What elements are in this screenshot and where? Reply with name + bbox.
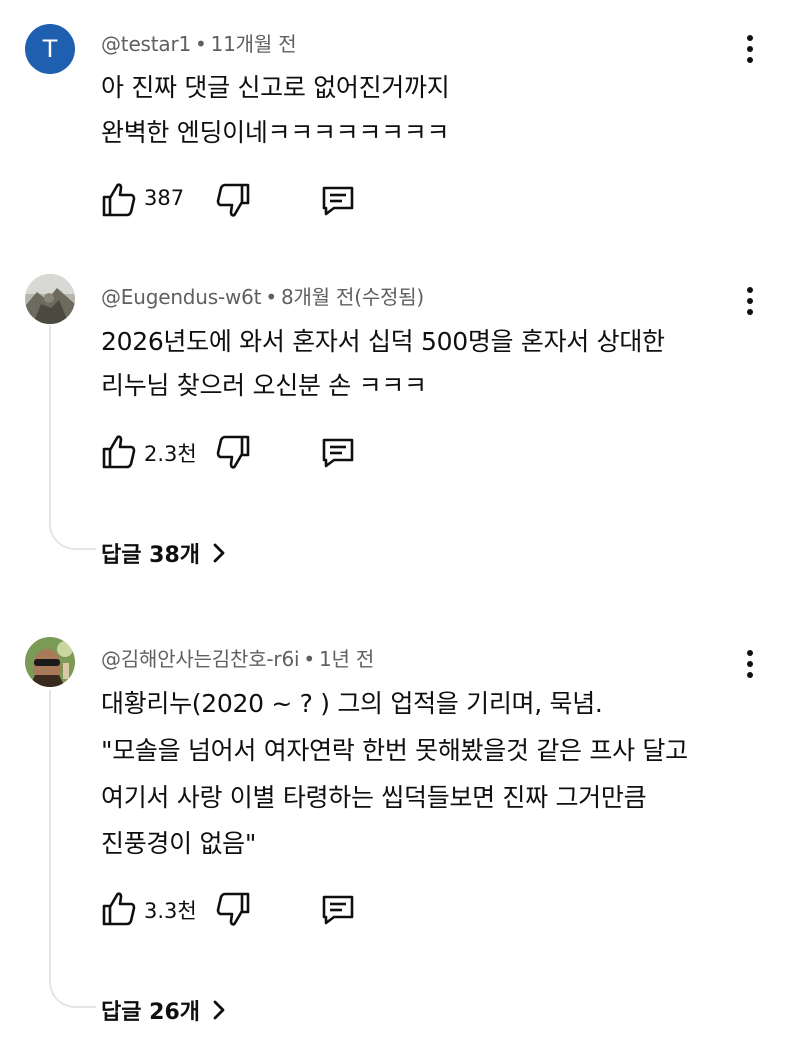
comment-time: 1년 전 (318, 647, 375, 671)
meta-separator: • (195, 32, 207, 56)
thumbs-down-icon[interactable] (214, 180, 252, 220)
comment-actions: 387 (100, 180, 420, 220)
thumbs-up-icon[interactable] (100, 432, 138, 472)
more-vert-icon[interactable] (740, 650, 760, 684)
comment-text-line: 아 진짜 댓글 신고로 없어진거까지 (101, 73, 450, 102)
thread-line (49, 325, 96, 550)
avatar[interactable] (25, 637, 75, 687)
comment-text-line: 진풍경이 없음" (101, 829, 257, 858)
thumbs-down-icon[interactable] (214, 432, 252, 472)
comment-handle[interactable]: @Eugendus-w6t (101, 285, 262, 309)
chevron-right-icon (213, 1000, 225, 1020)
more-vert-icon[interactable] (740, 287, 760, 321)
comment-text-line: "모솔을 넘어서 여자연락 한번 못해봤을것 같은 프사 달고 (101, 736, 688, 765)
comment-time: 11개월 전 (210, 32, 297, 56)
comment-meta: @Eugendus-w6t • 8개월 전(수정됨) (101, 281, 424, 310)
comment-reply-icon[interactable] (318, 889, 358, 929)
chevron-right-icon (213, 543, 225, 563)
comment-meta: @testar1 • 11개월 전 (101, 28, 297, 57)
avatar[interactable] (25, 274, 75, 324)
comment-time: 8개월 전(수정됨) (280, 285, 425, 309)
like-count: 2.3천 (144, 442, 197, 466)
view-replies-button[interactable]: 답글 38개 (101, 537, 226, 569)
replies-label: 답글 26개 (101, 1000, 200, 1025)
replies-label: 답글 38개 (101, 543, 200, 568)
meta-separator: • (265, 285, 277, 309)
meta-separator: • (303, 647, 315, 671)
comment-handle[interactable]: @testar1 (101, 32, 191, 56)
avatar-letter: T (42, 35, 58, 63)
more-vert-icon[interactable] (740, 35, 760, 69)
thumbs-up-icon[interactable] (100, 180, 138, 220)
comment-actions: 3.3천 (100, 889, 420, 929)
comment-meta: @김해안사는김찬호-r6i • 1년 전 (101, 643, 374, 672)
avatar[interactable]: T (25, 24, 75, 74)
comment-text-line: 2026년도에 와서 혼자서 십덕 500명을 혼자서 상대한 (101, 327, 665, 356)
comment-actions: 2.3천 (100, 432, 420, 472)
like-count: 3.3천 (144, 899, 197, 923)
thumbs-up-icon[interactable] (100, 889, 138, 929)
comment-reply-icon[interactable] (318, 432, 358, 472)
comment-handle[interactable]: @김해안사는김찬호-r6i (101, 647, 300, 671)
view-replies-button[interactable]: 답글 26개 (101, 994, 226, 1026)
thumbs-down-icon[interactable] (214, 889, 252, 929)
comment-text-line: 대황리누(2020 ~ ? ) 그의 업적을 기리며, 묵념. (101, 689, 603, 718)
like-count: 387 (144, 186, 185, 210)
thread-line (49, 690, 96, 1008)
comment-text-line: 여기서 사랑 이별 타령하는 씹덕들보면 진짜 그거만큼 (101, 783, 647, 812)
comment-text-line: 완벽한 엔딩이네ㅋㅋㅋㅋㅋㅋㅋㅋ (101, 118, 450, 147)
comment-text-line: 리누님 찾으러 오신분 손 ㅋㅋㅋ (101, 371, 427, 400)
comment-reply-icon[interactable] (318, 180, 358, 220)
